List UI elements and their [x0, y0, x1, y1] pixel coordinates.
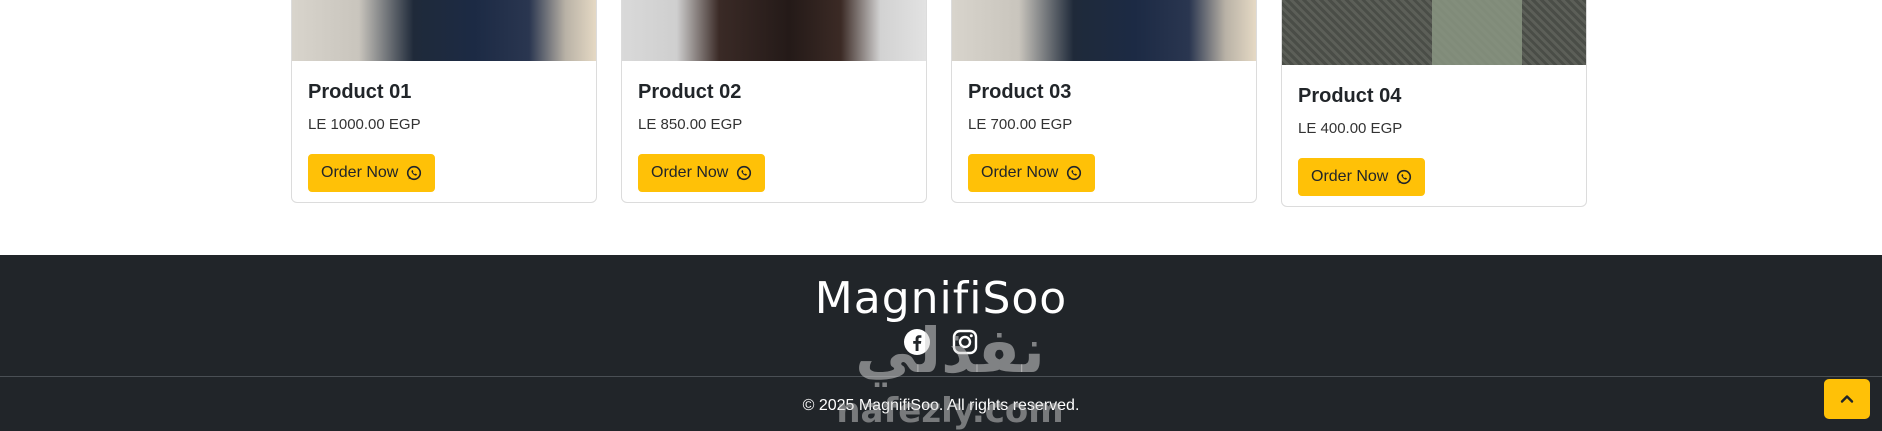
whatsapp-icon	[1067, 165, 1082, 181]
order-now-button[interactable]: Order Now	[1298, 158, 1426, 196]
product-image[interactable]	[292, 0, 596, 61]
social-links	[0, 327, 1882, 357]
order-now-label: Order Now	[651, 164, 729, 181]
site-footer: MagnifiSoo © 2025 MagnifiSoo. All rights…	[0, 255, 1882, 431]
product-title: Product 03	[968, 81, 1072, 103]
order-now-button[interactable]: Order Now	[968, 154, 1096, 192]
whatsapp-icon	[737, 165, 752, 181]
product-image[interactable]	[622, 0, 926, 61]
whatsapp-icon	[1397, 169, 1412, 185]
order-now-label: Order Now	[1311, 168, 1389, 185]
footer-divider	[0, 376, 1882, 377]
product-card: Product 02 LE 850.00 EGP Order Now	[621, 0, 927, 203]
product-card: Product 01 LE 1000.00 EGP Order Now	[291, 0, 597, 203]
order-now-button[interactable]: Order Now	[308, 154, 436, 192]
facebook-icon[interactable]	[902, 327, 932, 357]
product-price: LE 700.00 EGP	[968, 116, 1073, 133]
product-price: LE 850.00 EGP	[638, 116, 743, 133]
product-image[interactable]	[1282, 0, 1586, 65]
whatsapp-icon	[407, 165, 422, 181]
instagram-icon[interactable]	[950, 327, 980, 357]
chevron-up-icon	[1840, 395, 1854, 403]
product-image[interactable]	[952, 0, 1256, 61]
product-card: Product 03 LE 700.00 EGP Order Now	[951, 0, 1257, 203]
product-title: Product 01	[308, 81, 412, 103]
order-now-button[interactable]: Order Now	[638, 154, 766, 192]
product-title: Product 02	[638, 81, 742, 103]
product-price: LE 1000.00 EGP	[308, 116, 421, 133]
footer-brand[interactable]: MagnifiSoo	[0, 273, 1882, 324]
copyright-text: © 2025 MagnifiSoo. All rights reserved.	[802, 397, 1080, 414]
product-price: LE 400.00 EGP	[1298, 120, 1403, 137]
products-section: Product 01 LE 1000.00 EGP Order Now Prod…	[0, 0, 1882, 255]
order-now-label: Order Now	[981, 164, 1059, 181]
product-title: Product 04	[1298, 85, 1402, 107]
scroll-to-top-button[interactable]	[1824, 379, 1870, 419]
product-card: Product 04 LE 400.00 EGP Order Now	[1281, 0, 1587, 207]
order-now-label: Order Now	[321, 164, 399, 181]
